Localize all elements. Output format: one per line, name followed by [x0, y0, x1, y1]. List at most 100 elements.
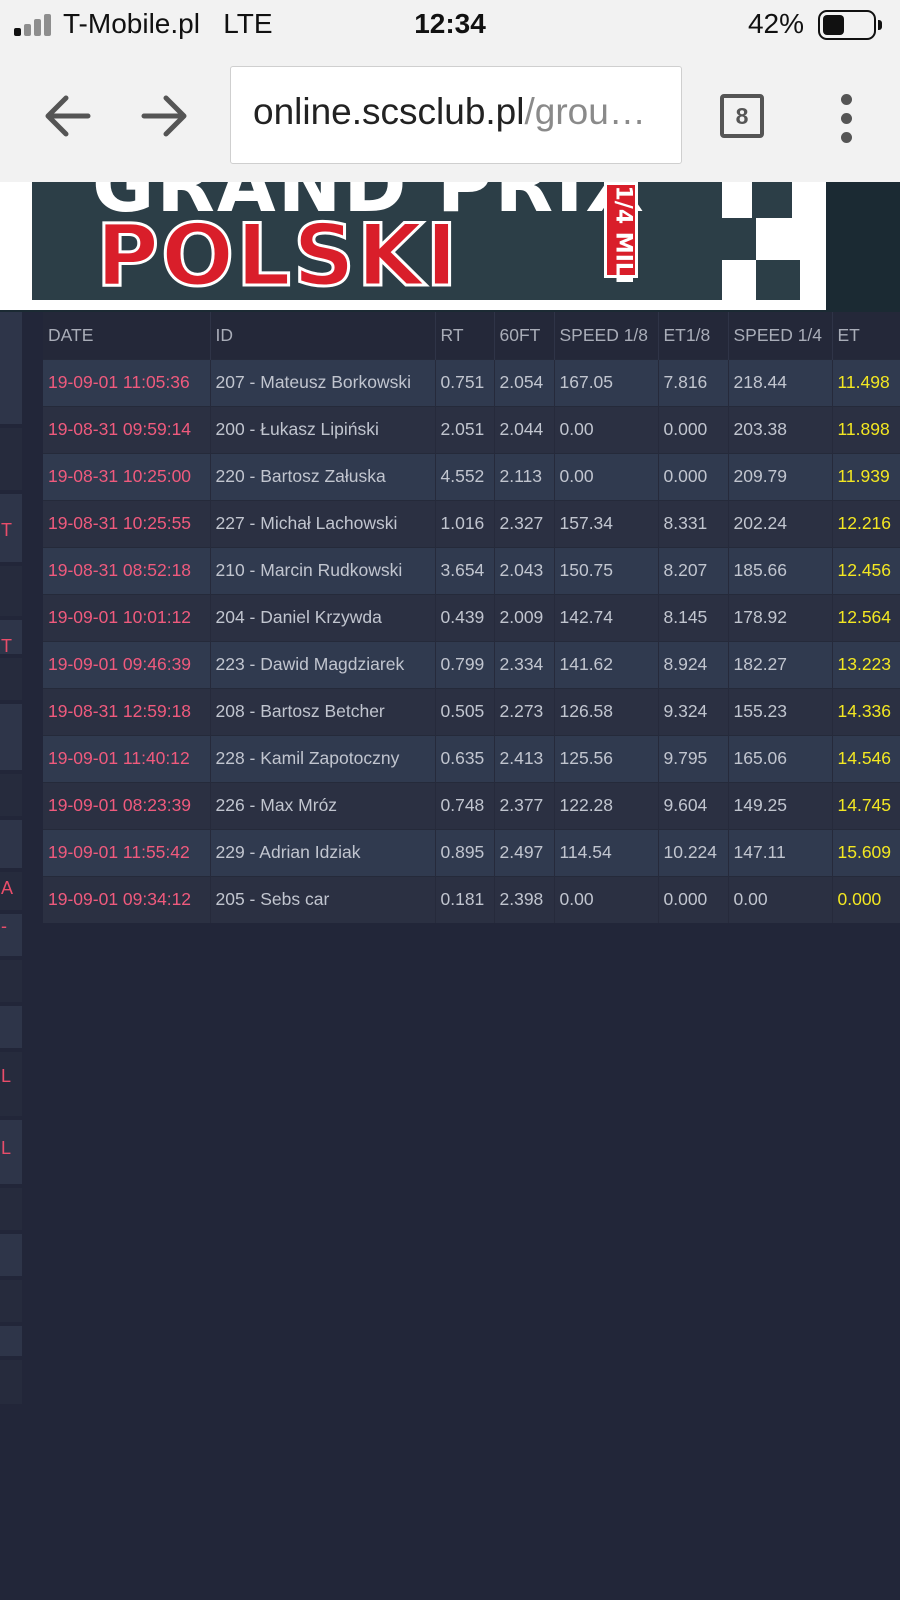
cell-60ft: 2.044	[494, 405, 555, 453]
banner-title-main: POLSKI	[95, 205, 460, 301]
table-row[interactable]: 19-08-31 10:25:00 220 - Bartosz Załuska 4.…	[43, 452, 900, 500]
cell-60ft: 2.497	[494, 828, 555, 876]
column-header-speed-1-4[interactable]: SPEED 1/4	[728, 312, 833, 359]
cell-60ft: 2.398	[494, 875, 555, 923]
column-header-date[interactable]: DATE	[43, 312, 211, 359]
cell-et: 11.898	[832, 405, 900, 453]
cell-speed-1-4: 178.92	[728, 593, 833, 641]
cell-60ft: 2.273	[494, 687, 555, 735]
cell-speed-1-8: 0.00	[554, 405, 659, 453]
cell-speed-1-4: 0.00	[728, 875, 833, 923]
cell-driver-id: 205 - Sebs car	[210, 875, 436, 923]
column-header-60ft[interactable]: 60FT	[494, 312, 555, 359]
cell-60ft: 2.377	[494, 781, 555, 829]
cell-et-1-8: 9.795	[658, 734, 729, 782]
cell-driver-id: 220 - Bartosz Załuska	[210, 452, 436, 500]
sidebar-fragment[interactable]: -	[1, 916, 7, 937]
url-host: online.scsclub.pl	[253, 91, 525, 132]
column-header-id[interactable]: ID	[210, 312, 436, 359]
cell-et-1-8: 9.324	[658, 687, 729, 735]
banner-logo: GRAND PRIX POLSKI 1/4 MILI	[32, 182, 722, 300]
table-row[interactable]: 19-09-01 09:46:39 223 - Dawid Magdziarek 0…	[43, 640, 900, 688]
cell-speed-1-4: 203.38	[728, 405, 833, 453]
banner-badge: 1/4 MILI	[604, 182, 638, 284]
cell-60ft: 2.009	[494, 593, 555, 641]
table-row[interactable]: 19-08-31 08:52:18 210 - Marcin Rudkowski 3…	[43, 546, 900, 594]
table-row[interactable]: 19-09-01 11:55:42 229 - Adrian Idziak 0.89…	[43, 828, 900, 876]
sidebar-fragment[interactable]: A	[1, 878, 13, 899]
cell-et-1-8: 0.000	[658, 405, 729, 453]
cell-et: 14.745	[832, 781, 900, 829]
table-row[interactable]: 19-09-01 11:05:36 207 - Mateusz Borkowski…	[43, 358, 900, 406]
more-vert-icon[interactable]	[832, 94, 862, 144]
cell-60ft: 2.413	[494, 734, 555, 782]
table-row[interactable]: 19-09-01 08:23:39 226 - Max Mróz 0.748 2.37…	[43, 781, 900, 829]
cell-rt: 1.016	[435, 499, 495, 547]
cell-et: 12.564	[832, 593, 900, 641]
column-header-speed-1-8[interactable]: SPEED 1/8	[554, 312, 659, 359]
cell-speed-1-4: 182.27	[728, 640, 833, 688]
battery-icon	[818, 10, 882, 40]
cell-et-1-8: 0.000	[658, 452, 729, 500]
cell-driver-id: 210 - Marcin Rudkowski	[210, 546, 436, 594]
table-row[interactable]: 19-09-01 11:40:12 228 - Kamil Zapotoczny 0…	[43, 734, 900, 782]
cell-date: 19-09-01 11:55:42	[43, 828, 211, 876]
cell-driver-id: 228 - Kamil Zapotoczny	[210, 734, 436, 782]
sidebar-fragment[interactable]: T	[1, 636, 12, 657]
cell-date: 19-08-31 12:59:18	[43, 687, 211, 735]
cell-60ft: 2.334	[494, 640, 555, 688]
browser-toolbar: online.scsclub.pl/grou… 8	[0, 50, 900, 182]
cell-speed-1-8: 167.05	[554, 358, 659, 406]
sidebar-fragment[interactable]: L	[1, 1138, 11, 1159]
cell-speed-1-8: 142.74	[554, 593, 659, 641]
cell-speed-1-4: 155.23	[728, 687, 833, 735]
cell-speed-1-8: 122.28	[554, 781, 659, 829]
table-row[interactable]: 19-08-31 12:59:18 208 - Bartosz Betcher 0.…	[43, 687, 900, 735]
cell-driver-id: 227 - Michał Lachowski	[210, 499, 436, 547]
cell-speed-1-8: 0.00	[554, 452, 659, 500]
cell-speed-1-8: 157.34	[554, 499, 659, 547]
checkered-flag-decoration	[752, 182, 792, 218]
forward-button[interactable]	[132, 84, 196, 148]
sidebar-fragment[interactable]: L	[1, 1066, 11, 1087]
table-header-row: DATE ID RT 60FT SPEED 1/8 ET1/8 SPEED 1/…	[43, 312, 900, 359]
cell-date: 19-08-31 10:25:00	[43, 452, 211, 500]
column-header-et[interactable]: ET	[832, 312, 900, 359]
cell-date: 19-09-01 11:05:36	[43, 358, 211, 406]
event-banner: GRAND PRIX POLSKI 1/4 MILI	[0, 182, 900, 312]
cell-date: 19-08-31 10:25:55	[43, 499, 211, 547]
results-table-container: DATE ID RT 60FT SPEED 1/8 ET1/8 SPEED 1/…	[43, 312, 900, 923]
cell-et: 12.216	[832, 499, 900, 547]
sidebar-offscreen: T T A - L L	[0, 312, 22, 1404]
url-path: /grou…	[524, 91, 646, 132]
cell-60ft: 2.043	[494, 546, 555, 594]
table-row[interactable]: 19-08-31 10:25:55 227 - Michał Lachowski 1…	[43, 499, 900, 547]
cell-speed-1-8: 141.62	[554, 640, 659, 688]
cell-speed-1-8: 126.58	[554, 687, 659, 735]
cell-speed-1-8: 150.75	[554, 546, 659, 594]
back-button[interactable]	[36, 84, 100, 148]
address-bar[interactable]: online.scsclub.pl/grou…	[230, 66, 682, 164]
cell-rt: 0.799	[435, 640, 495, 688]
cell-date: 19-08-31 08:52:18	[43, 546, 211, 594]
column-header-et-1-8[interactable]: ET1/8	[658, 312, 729, 359]
cell-rt: 0.505	[435, 687, 495, 735]
cell-driver-id: 226 - Max Mróz	[210, 781, 436, 829]
cell-speed-1-8: 114.54	[554, 828, 659, 876]
table-row[interactable]: 19-09-01 09:34:12 205 - Sebs car 0.181 2.39…	[43, 875, 900, 923]
cell-et-1-8: 8.331	[658, 499, 729, 547]
cell-speed-1-4: 218.44	[728, 358, 833, 406]
cell-speed-1-4: 165.06	[728, 734, 833, 782]
table-row[interactable]: 19-08-31 09:59:14 200 - Łukasz Lipiński 2.…	[43, 405, 900, 453]
table-row[interactable]: 19-09-01 10:01:12 204 - Daniel Krzywda 0.4…	[43, 593, 900, 641]
cell-60ft: 2.327	[494, 499, 555, 547]
arrow-right-icon	[141, 95, 187, 137]
cell-60ft: 2.054	[494, 358, 555, 406]
sidebar-fragment[interactable]: T	[1, 520, 12, 541]
cell-et: 14.546	[832, 734, 900, 782]
cell-rt: 4.552	[435, 452, 495, 500]
tab-switcher-button[interactable]: 8	[720, 94, 764, 138]
cell-rt: 0.439	[435, 593, 495, 641]
column-header-rt[interactable]: RT	[435, 312, 495, 359]
cell-speed-1-4: 202.24	[728, 499, 833, 547]
